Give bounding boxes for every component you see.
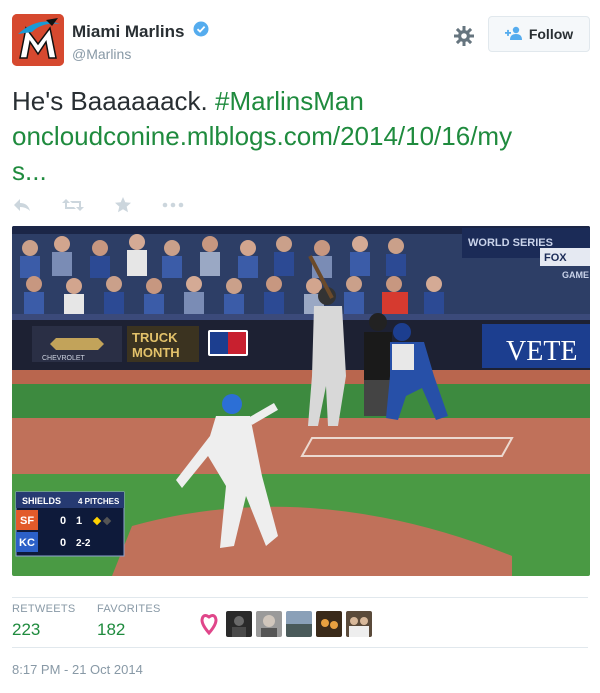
url-link-line2: s... bbox=[12, 156, 47, 186]
tweet-text-plain: He's Baaaaaack. bbox=[12, 86, 215, 116]
tweet-media-image[interactable]: WORLD SERIES FOX GAME CHEVROLET TRUCK MO… bbox=[12, 226, 590, 576]
hashtag-link[interactable]: #MarlinsMan bbox=[215, 86, 364, 116]
favoriter-avatar[interactable] bbox=[316, 611, 342, 637]
follow-button[interactable]: Follow bbox=[488, 16, 590, 52]
ad-truck: TRUCK bbox=[132, 330, 178, 345]
ad-month: MONTH bbox=[132, 345, 180, 360]
banner-game: GAME bbox=[562, 270, 589, 280]
favoriter-avatar[interactable] bbox=[226, 611, 252, 637]
scorebug-pitcher: SHIELDS bbox=[22, 496, 61, 506]
retweets-label: RETWEETS bbox=[12, 603, 76, 615]
favoriter-avatar[interactable] bbox=[256, 611, 282, 637]
favoriter-avatar[interactable] bbox=[346, 611, 372, 637]
tweet-timestamp[interactable]: 8:17 PM - 21 Oct 2014 bbox=[12, 662, 143, 677]
baseball-broadcast-image: WORLD SERIES FOX GAME CHEVROLET TRUCK MO… bbox=[12, 226, 590, 576]
banner-fox: FOX bbox=[544, 252, 567, 264]
scorebug-score1: 0 bbox=[60, 515, 66, 527]
retweet-icon[interactable] bbox=[62, 197, 84, 213]
user-names: Miami Marlins @Marlins bbox=[72, 21, 209, 62]
favorites-count: 182 bbox=[97, 620, 126, 639]
scorebug-team1: SF bbox=[20, 515, 34, 527]
scorebug-inning: 1 bbox=[76, 515, 82, 527]
divider-bottom bbox=[12, 647, 588, 648]
avatar[interactable] bbox=[12, 14, 64, 66]
tweet-text: He's Baaaaaack. #MarlinsMan oncloudconin… bbox=[12, 84, 592, 189]
tweet-actions bbox=[12, 194, 214, 216]
favoriter-avatars bbox=[196, 611, 372, 637]
retweets-stat[interactable]: RETWEETS 223 bbox=[12, 603, 76, 640]
scorebug-score2: 0 bbox=[60, 537, 66, 549]
add-user-icon bbox=[504, 26, 523, 43]
more-icon[interactable] bbox=[162, 202, 184, 208]
scorebug: SHIELDS 4 PITCHES SF 0 1 KC 0 2-2 bbox=[15, 491, 125, 557]
scorebug-count: 2-2 bbox=[76, 538, 91, 549]
url-link[interactable]: oncloudconine.mlblogs.com/2014/10/16/my s… bbox=[12, 121, 512, 186]
marlins-logo-icon bbox=[12, 14, 64, 66]
ad-vete: VETE bbox=[506, 336, 578, 367]
follow-label: Follow bbox=[528, 26, 574, 42]
reply-icon[interactable] bbox=[12, 197, 32, 213]
favoriter-avatar[interactable] bbox=[196, 611, 222, 637]
banner-world-series: WORLD SERIES bbox=[468, 237, 553, 249]
scorebug-team2: KC bbox=[19, 537, 35, 549]
screen-name[interactable]: @Marlins bbox=[72, 46, 209, 62]
ad-chevrolet: CHEVROLET bbox=[42, 355, 86, 362]
tweet-header: Miami Marlins @Marlins Follow bbox=[12, 14, 590, 68]
favoriter-avatar[interactable] bbox=[286, 611, 312, 637]
verified-badge-icon bbox=[193, 21, 209, 42]
favorites-stat[interactable]: FAVORITES 182 bbox=[97, 603, 161, 640]
retweets-count: 223 bbox=[12, 620, 41, 639]
favorite-icon[interactable] bbox=[114, 196, 132, 214]
gear-icon[interactable] bbox=[452, 24, 476, 48]
scorebug-pitches: 4 PITCHES bbox=[78, 497, 120, 506]
url-link-line1: oncloudconine.mlblogs.com/2014/10/16/my bbox=[12, 121, 513, 151]
divider-top bbox=[12, 597, 588, 598]
favorites-label: FAVORITES bbox=[97, 603, 161, 615]
display-name[interactable]: Miami Marlins bbox=[72, 22, 184, 42]
